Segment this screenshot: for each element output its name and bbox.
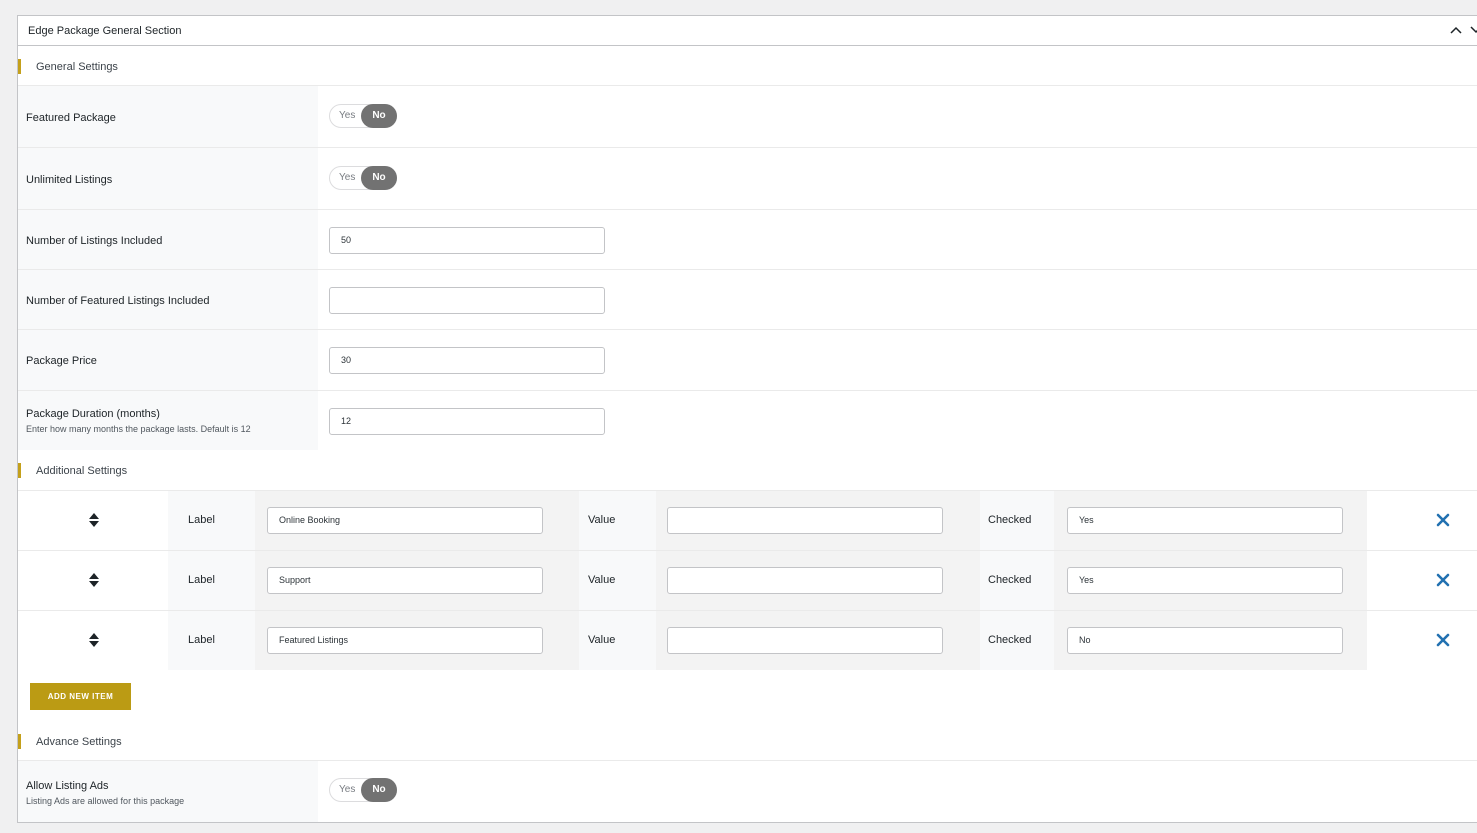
allow-listing-ads-row: Allow Listing Ads Listing Ads are allowe… xyxy=(18,760,1477,822)
field-label-cell xyxy=(18,761,318,822)
item-value-input[interactable] xyxy=(667,627,943,654)
item-fields: Label Support Value Checked Yes xyxy=(168,551,1367,610)
chevron-down-icon[interactable] xyxy=(1468,22,1477,38)
item-value-caption: Value xyxy=(588,514,616,526)
sort-icon[interactable] xyxy=(88,573,100,587)
close-icon[interactable] xyxy=(1436,513,1450,527)
sort-icon[interactable] xyxy=(88,633,100,647)
add-new-item-button[interactable]: ADD NEW ITEM xyxy=(30,683,131,710)
toggle-no-option[interactable]: No xyxy=(361,778,397,802)
allow-listing-ads-description: Listing Ads are allowed for this package xyxy=(26,796,185,806)
panel-title: Edge Package General Section xyxy=(28,25,182,37)
edge-package-general-panel: Edge Package General Section General Set… xyxy=(17,15,1477,823)
item-label-input[interactable]: Online Booking xyxy=(267,507,543,534)
allow-listing-ads-toggle[interactable]: Yes No xyxy=(329,778,397,802)
package-price-row: Package Price 30 xyxy=(18,329,1477,390)
item-label-caption: Label xyxy=(188,514,215,526)
item-value-caption: Value xyxy=(588,634,616,646)
featured-listings-included-row: Number of Featured Listings Included xyxy=(18,269,1477,329)
section-general-settings: General Settings xyxy=(18,59,318,76)
item-label-caption: Label xyxy=(188,574,215,586)
item-value-input[interactable] xyxy=(667,507,943,534)
package-price-label: Package Price xyxy=(26,355,97,367)
toggle-no-option[interactable]: No xyxy=(361,104,397,128)
unlimited-listings-label: Unlimited Listings xyxy=(26,174,113,186)
section-advance-settings: Advance Settings xyxy=(18,734,318,751)
section-title: Advance Settings xyxy=(36,736,122,748)
item-fields: Label Online Booking Value Checked Yes xyxy=(168,491,1367,550)
featured-package-label: Featured Package xyxy=(26,112,116,124)
section-accent-bar xyxy=(18,59,21,74)
section-accent-bar xyxy=(18,463,21,478)
unlimited-listings-row: Unlimited Listings Yes No xyxy=(18,147,1477,209)
sort-icon[interactable] xyxy=(88,513,100,527)
listings-included-label: Number of Listings Included xyxy=(26,235,163,247)
additional-item-row: Label Featured Listings Value Checked No xyxy=(18,610,1477,670)
featured-package-toggle[interactable]: Yes No xyxy=(329,104,397,128)
package-price-input[interactable]: 30 xyxy=(329,347,605,374)
item-checked-caption: Checked xyxy=(988,574,1032,586)
featured-listings-included-label: Number of Featured Listings Included xyxy=(26,295,210,307)
item-value-caption: Value xyxy=(588,574,616,586)
toggle-yes-option[interactable]: Yes xyxy=(339,172,355,183)
item-label-caption: Label xyxy=(188,634,215,646)
package-duration-label: Package Duration (months) xyxy=(26,408,160,420)
featured-listings-included-input[interactable] xyxy=(329,287,605,314)
section-title: Additional Settings xyxy=(36,465,128,477)
item-label-input[interactable]: Support xyxy=(267,567,543,594)
item-checked-caption: Checked xyxy=(988,634,1032,646)
additional-item-row: Label Support Value Checked Yes xyxy=(18,550,1477,610)
field-label-cell xyxy=(18,391,318,450)
section-accent-bar xyxy=(18,734,21,749)
toggle-no-option[interactable]: No xyxy=(361,166,397,190)
section-additional-settings: Additional Settings xyxy=(18,463,318,480)
close-icon[interactable] xyxy=(1436,573,1450,587)
featured-package-row: Featured Package Yes No xyxy=(18,85,1477,147)
chevron-up-icon[interactable] xyxy=(1448,22,1464,38)
package-duration-row: Package Duration (months) Enter how many… xyxy=(18,390,1477,450)
package-duration-description: Enter how many months the package lasts.… xyxy=(26,424,251,434)
additional-item-row: Label Online Booking Value Checked Yes xyxy=(18,490,1477,550)
item-checked-input[interactable]: Yes xyxy=(1067,567,1343,594)
listings-included-row: Number of Listings Included 50 xyxy=(18,209,1477,269)
toggle-yes-option[interactable]: Yes xyxy=(339,110,355,121)
listings-included-input[interactable]: 50 xyxy=(329,227,605,254)
item-checked-input[interactable]: Yes xyxy=(1067,507,1343,534)
package-duration-input[interactable]: 12 xyxy=(329,408,605,435)
item-checked-input[interactable]: No xyxy=(1067,627,1343,654)
toggle-yes-option[interactable]: Yes xyxy=(339,784,355,795)
item-checked-caption: Checked xyxy=(988,514,1032,526)
item-fields: Label Featured Listings Value Checked No xyxy=(168,611,1367,670)
item-label-input[interactable]: Featured Listings xyxy=(267,627,543,654)
allow-listing-ads-label: Allow Listing Ads xyxy=(26,780,109,792)
section-title: General Settings xyxy=(36,61,118,73)
close-icon[interactable] xyxy=(1436,633,1450,647)
panel-header: Edge Package General Section xyxy=(18,16,1477,46)
item-value-input[interactable] xyxy=(667,567,943,594)
unlimited-listings-toggle[interactable]: Yes No xyxy=(329,166,397,190)
